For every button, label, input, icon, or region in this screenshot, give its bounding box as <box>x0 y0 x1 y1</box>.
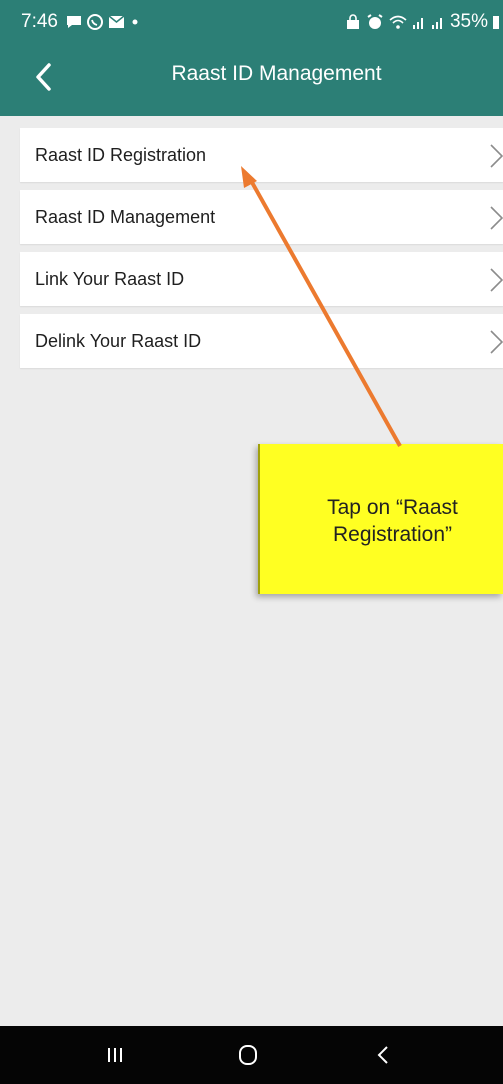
message-icon <box>67 16 81 28</box>
menu-item-label: Raast ID Management <box>35 207 216 227</box>
recent-apps-button[interactable] <box>95 1040 135 1070</box>
battery-percent: 35% <box>449 11 488 32</box>
menu-item-label: Link Your Raast ID <box>35 269 185 289</box>
battery-icon <box>493 16 499 29</box>
callout-text: Tap on “Raast Registration” <box>327 496 458 546</box>
notification-icons <box>66 12 141 32</box>
menu-item-link-raast-id[interactable]: Link Your Raast ID <box>20 252 503 306</box>
status-bar: 7:46 35% <box>0 0 503 46</box>
chevron-right-icon <box>490 330 503 354</box>
menu-list: Raast ID Registration Raast ID Managemen… <box>20 128 503 376</box>
app-bar: Raast ID Management <box>0 46 503 108</box>
chevron-left-icon <box>377 1046 388 1064</box>
wifi-icon <box>389 15 407 29</box>
whatsapp-icon <box>87 14 103 30</box>
chevron-left-icon <box>36 63 51 91</box>
dot-icon <box>132 19 138 25</box>
chevron-right-icon <box>490 206 503 230</box>
status-time: 7:46 <box>21 11 58 32</box>
mail-icon <box>108 15 125 28</box>
system-nav-bar <box>0 1026 503 1084</box>
back-nav-button[interactable] <box>363 1040 403 1070</box>
signal-icon-2 <box>431 18 442 29</box>
menu-item-label: Raast ID Registration <box>35 145 207 165</box>
signal-icon-1 <box>412 18 423 29</box>
alarm-icon <box>367 14 383 29</box>
chevron-right-icon <box>490 144 503 168</box>
menu-item-raast-id-registration[interactable]: Raast ID Registration <box>20 128 503 182</box>
home-icon <box>239 1045 257 1065</box>
system-icons: 35% <box>345 11 499 32</box>
chevron-right-icon <box>490 268 503 292</box>
home-button[interactable] <box>228 1040 268 1070</box>
page-title: Raast ID Management <box>171 62 382 85</box>
recent-apps-icon <box>108 1048 122 1062</box>
lock-icon <box>346 14 359 29</box>
instruction-callout: Tap on “Raast Registration” <box>258 444 503 594</box>
menu-item-raast-id-management[interactable]: Raast ID Management <box>20 190 503 244</box>
back-button[interactable] <box>26 58 60 96</box>
menu-item-label: Delink Your Raast ID <box>35 331 202 351</box>
menu-item-delink-raast-id[interactable]: Delink Your Raast ID <box>20 314 503 368</box>
